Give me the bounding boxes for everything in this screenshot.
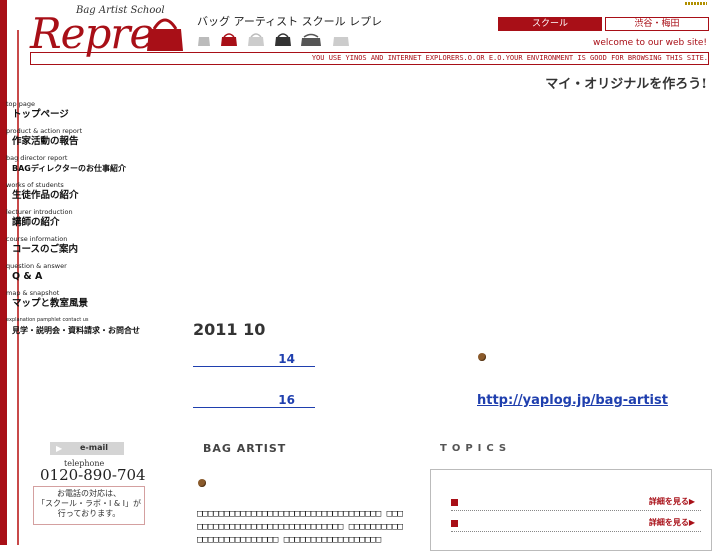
square-bullet-icon — [451, 499, 458, 506]
browser-notice-banner: YOU USE YINOS AND INTERNET EXPLORERS.O.O… — [30, 52, 709, 65]
bag-icon-5 — [301, 33, 321, 46]
location-button[interactable]: 渋谷・梅田 — [605, 17, 709, 31]
topic-more-link[interactable]: 詳細を見る▶ — [649, 496, 695, 507]
nav-en-label: top page — [6, 100, 35, 108]
nav-jp-label: 生徒作品の紹介 — [12, 190, 79, 201]
topics-box: 詳細を見る▶ 詳細を見る▶ — [430, 469, 712, 551]
bag-icon-4 — [275, 33, 291, 46]
topic-more-link[interactable]: 詳細を見る▶ — [649, 517, 695, 528]
nav-jp-label: 見学・説明会・資料請求・お問合せ — [12, 326, 140, 335]
bag-icon-2 — [221, 33, 237, 46]
welcome-text: welcome to our web site! — [592, 38, 707, 48]
tagline: マイ・オリジナルを作ろう! — [545, 77, 707, 92]
entry-link-16[interactable]: 16 — [193, 393, 315, 408]
nav-jp-label: Q & A — [12, 271, 43, 282]
note-line: お電話の対応は、 — [57, 489, 121, 498]
bag-icons-row — [198, 33, 349, 46]
archive-date: 2011 10 — [193, 320, 266, 339]
sidebar-item-lecturer[interactable]: lecturer introduction 講師の紹介 — [6, 208, 186, 235]
entry-link-label: 14 — [278, 352, 295, 366]
sidebar-nav: top page トップページ product & action report … — [6, 100, 186, 343]
bag-logo-icon — [147, 18, 183, 51]
telephone-number: 0120-890-704 — [40, 466, 146, 484]
bag-artist-heading: BAG ARTIST — [203, 442, 287, 455]
top-dots-decoration — [685, 2, 707, 5]
sidebar-item-contact[interactable]: explanation pamphlet contact us 見学・説明会・資… — [6, 316, 186, 343]
nav-en-label: product & action report — [6, 127, 83, 135]
sidebar-item-product-report[interactable]: product & action report 作家活動の報告 — [6, 127, 186, 154]
nav-en-label: map & snapshot — [6, 289, 60, 297]
sidebar-item-map[interactable]: map & snapshot マップと教室風景 — [6, 289, 186, 316]
note-line: 「スクール・ラボ・I & I」が — [36, 499, 142, 508]
nav-en-label: lecturer introduction — [6, 208, 73, 216]
topics-heading: TOPICS — [440, 443, 512, 454]
topic-row[interactable]: 詳細を見る▶ — [451, 496, 701, 511]
bag-artist-text: □□□□□□□□□□□□□□□□□□□□□□□□□□□□□□□□□□ □□□ □… — [197, 509, 403, 545]
telephone-note: お電話の対応は、 「スクール・ラボ・I & I」が 行っております。 — [33, 486, 145, 525]
nav-jp-label: コースのご案内 — [12, 244, 79, 255]
email-button[interactable]: ▶ e-mail — [50, 442, 124, 455]
bag-icon-3 — [248, 33, 264, 46]
nav-jp-label: 作家活動の報告 — [12, 136, 79, 147]
school-button[interactable]: スクール — [498, 17, 602, 31]
nav-en-label: course information — [6, 235, 68, 243]
logo-main-text: Repre — [30, 9, 154, 58]
nav-jp-label: BAGディレクターのお仕事紹介 — [12, 164, 126, 173]
sidebar-item-bag-director[interactable]: bag director report BAGディレクターのお仕事紹介 — [6, 154, 186, 181]
bullet-icon — [198, 479, 206, 487]
nav-jp-label: マップと教室風景 — [12, 298, 89, 309]
note-line: 行っております。 — [57, 509, 121, 518]
bag-icon-6 — [333, 37, 349, 46]
site-logo[interactable]: Bag Artist School Repre — [26, 3, 186, 58]
topic-row[interactable]: 詳細を見る▶ — [451, 517, 701, 532]
arrow-right-icon: ▶ — [56, 444, 63, 453]
sidebar-item-student-works[interactable]: works of students 生徒作品の紹介 — [6, 181, 186, 208]
entry-link-14[interactable]: 14 — [193, 352, 315, 367]
square-bullet-icon — [451, 520, 458, 527]
nav-jp-label: 講師の紹介 — [12, 217, 60, 228]
sidebar-item-top-page[interactable]: top page トップページ — [6, 100, 186, 127]
nav-en-label: bag director report — [6, 154, 68, 162]
email-label: e-mail — [80, 443, 108, 452]
bullet-icon — [478, 353, 486, 361]
nav-en-label: works of students — [6, 181, 64, 189]
school-name-jp: バッグ アーティスト スクール レプレ — [197, 15, 383, 28]
blog-url-link[interactable]: http://yaplog.jp/bag-artist — [477, 393, 668, 408]
nav-en-label: question & answer — [6, 262, 67, 270]
sidebar-item-qa[interactable]: question & answer Q & A — [6, 262, 186, 289]
sidebar-item-course-info[interactable]: course information コースのご案内 — [6, 235, 186, 262]
nav-en-label: explanation pamphlet contact us — [6, 317, 89, 323]
nav-jp-label: トップページ — [12, 109, 69, 120]
entry-link-label: 16 — [278, 393, 295, 407]
bag-icon-1 — [198, 37, 210, 46]
